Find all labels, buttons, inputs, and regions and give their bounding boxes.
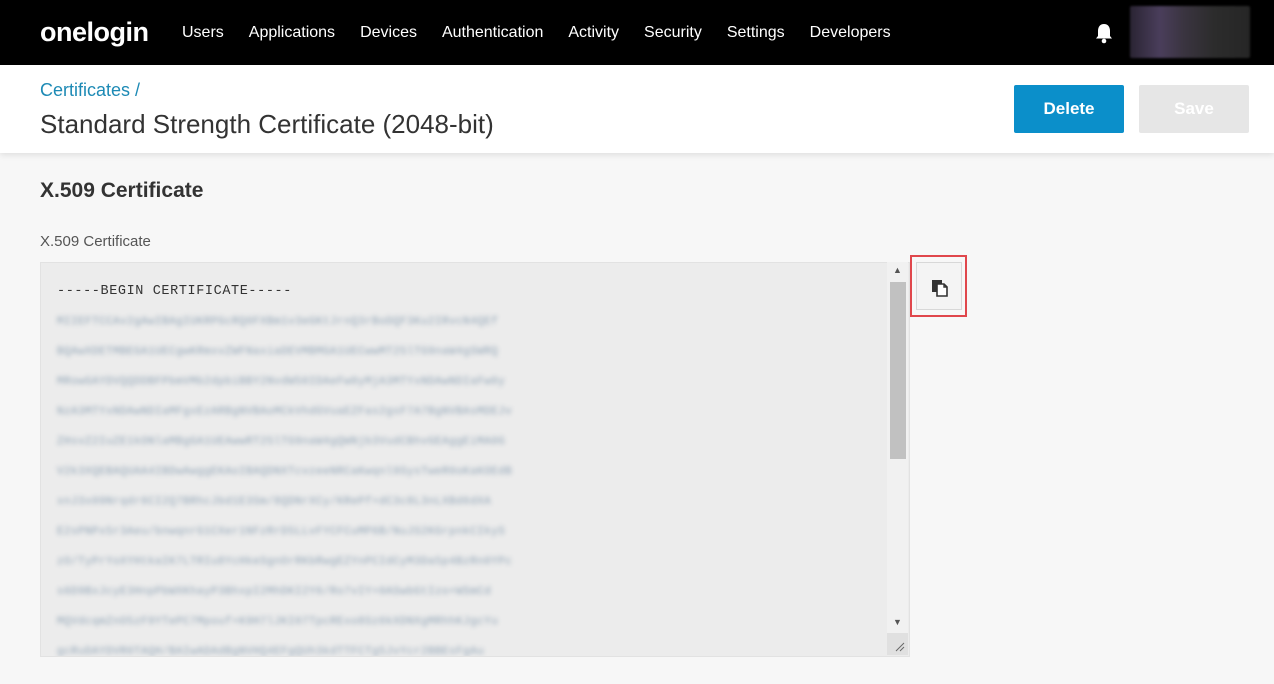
certificate-line: gcRuDAYDVR0TAQH/BAIwADAdBgNVHQ4EFgQUh3kd…: [57, 646, 485, 657]
page-title: Standard Strength Certificate (2048-bit): [40, 109, 494, 139]
certificate-line: xnJ3x09Nrqdr6CI2Q7BRhcJbd1E3Sm/8QDNrXCy/…: [57, 496, 492, 508]
nav-users[interactable]: Users: [182, 0, 224, 65]
copy-icon: [932, 280, 948, 297]
certificate-field-label: X.509 Certificate: [40, 233, 151, 250]
breadcrumb-separator: /: [130, 80, 141, 100]
save-button[interactable]: Save: [1139, 85, 1249, 133]
certificate-line: E2sPNPx5r3Aeu/bnwqnrG1CXer1NFzRrD5LLvFYC…: [57, 526, 506, 538]
certificate-line: MIIEFTCCAv2gAwIBAgIUKRPGcRQ0FXBm1v3eGKtJ…: [57, 316, 499, 328]
certificate-line: NzA3MTYxNDAwNDIaMFgxEzARBgNVBAoMCkVhdGVu…: [57, 406, 513, 418]
certificate-line: zO/TyPrYoXYHtkaIK7LTRIu8YcHkeSgnOrRKbRwg…: [57, 556, 513, 568]
scrollbar-thumb[interactable]: [890, 282, 906, 459]
nav-authentication[interactable]: Authentication: [442, 0, 543, 65]
copy-button-highlight: [910, 255, 967, 317]
nav-devices[interactable]: Devices: [360, 0, 417, 65]
certificate-line: s6D9BxJcyE3HnpPbWXKhayP3BhxpI2MhDKI2Y6/R…: [57, 586, 492, 598]
delete-button[interactable]: Delete: [1014, 85, 1124, 133]
bell-icon[interactable]: [1094, 22, 1114, 44]
certificate-scrollbar[interactable]: ▲ ▼: [887, 262, 908, 633]
certificate-textarea[interactable]: -----BEGIN CERTIFICATE----- MIIEFTCCAv2g…: [40, 262, 910, 657]
certificate-begin-line: -----BEGIN CERTIFICATE-----: [57, 284, 292, 299]
nav-security[interactable]: Security: [644, 0, 702, 65]
breadcrumb: Certificates /: [40, 80, 140, 101]
section-title: X.509 Certificate: [40, 179, 204, 202]
scroll-up-arrow-icon[interactable]: ▲: [887, 262, 908, 279]
certificate-line: MQVdcqmZnO5zF9YTePC7Mpouf+K9H7lJKI07TpcR…: [57, 616, 499, 628]
top-nav-bar: onelogin Users Applications Devices Auth…: [0, 0, 1274, 65]
nav-settings[interactable]: Settings: [727, 0, 785, 65]
onelogin-logo[interactable]: onelogin: [40, 16, 149, 48]
page-header: Certificates / Standard Strength Certifi…: [0, 65, 1274, 153]
user-avatar[interactable]: [1130, 6, 1250, 58]
certificate-line: MRowGAYDVQQDDBFPbmVMb2dpbiBBY2NvdW50IDAe…: [57, 376, 506, 388]
certificate-line: V2k3XQEBAQUAA4IBDwAwggEKAoIBAQDNXTcvzeeN…: [57, 466, 513, 478]
breadcrumb-certificates-link[interactable]: Certificates: [40, 80, 130, 100]
certificate-line: BQAwXDETMBEGA1UECgwKRmxvZWFNaxiaDEVMBMGA…: [57, 346, 499, 358]
certificate-line: ZHsvZ2IuZE1kONlaMBgGA1UEAwwRT25lTG9naW4g…: [57, 436, 506, 448]
nav-applications[interactable]: Applications: [249, 0, 335, 65]
nav-developers[interactable]: Developers: [810, 0, 891, 65]
nav-activity[interactable]: Activity: [568, 0, 619, 65]
copy-to-clipboard-button[interactable]: [916, 262, 962, 310]
scroll-down-arrow-icon[interactable]: ▼: [887, 614, 908, 631]
main-nav: Users Applications Devices Authenticatio…: [182, 0, 916, 65]
resize-handle-icon[interactable]: [887, 633, 908, 655]
certificate-content: -----BEGIN CERTIFICATE----- MIIEFTCCAv2g…: [57, 277, 657, 657]
